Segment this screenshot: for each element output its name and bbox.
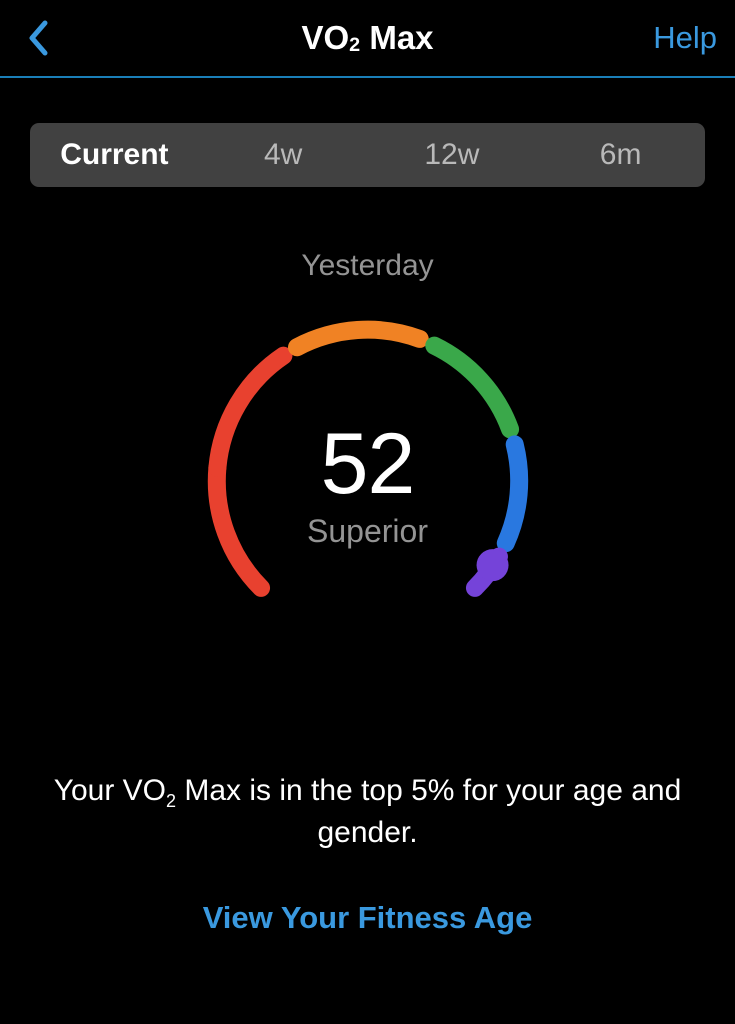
view-fitness-age-link[interactable]: View Your Fitness Age xyxy=(30,900,705,936)
segment-12w[interactable]: 12w xyxy=(368,123,537,187)
vo2-gauge: 52 Superior xyxy=(188,301,548,661)
vo2-value: 52 xyxy=(321,421,415,507)
summary-text: Your VO2 Max is in the top 5% for your a… xyxy=(30,771,705,854)
reading-date-label: Yesterday xyxy=(30,249,705,283)
gauge-center: 52 Superior xyxy=(188,301,548,661)
main-content: Current 4w 12w 6m Yesterday 52 Superior xyxy=(0,78,735,936)
segment-6m[interactable]: 6m xyxy=(536,123,705,187)
chevron-left-icon xyxy=(27,20,49,56)
header-bar: VO2 Max Help xyxy=(0,0,735,78)
help-link[interactable]: Help xyxy=(653,20,717,56)
page-title: VO2 Max xyxy=(301,19,433,57)
time-range-segmented-control: Current 4w 12w 6m xyxy=(30,123,705,187)
segment-4w[interactable]: 4w xyxy=(199,123,368,187)
segment-current[interactable]: Current xyxy=(30,123,199,187)
vo2-rating: Superior xyxy=(307,513,428,550)
back-button[interactable] xyxy=(18,18,58,58)
